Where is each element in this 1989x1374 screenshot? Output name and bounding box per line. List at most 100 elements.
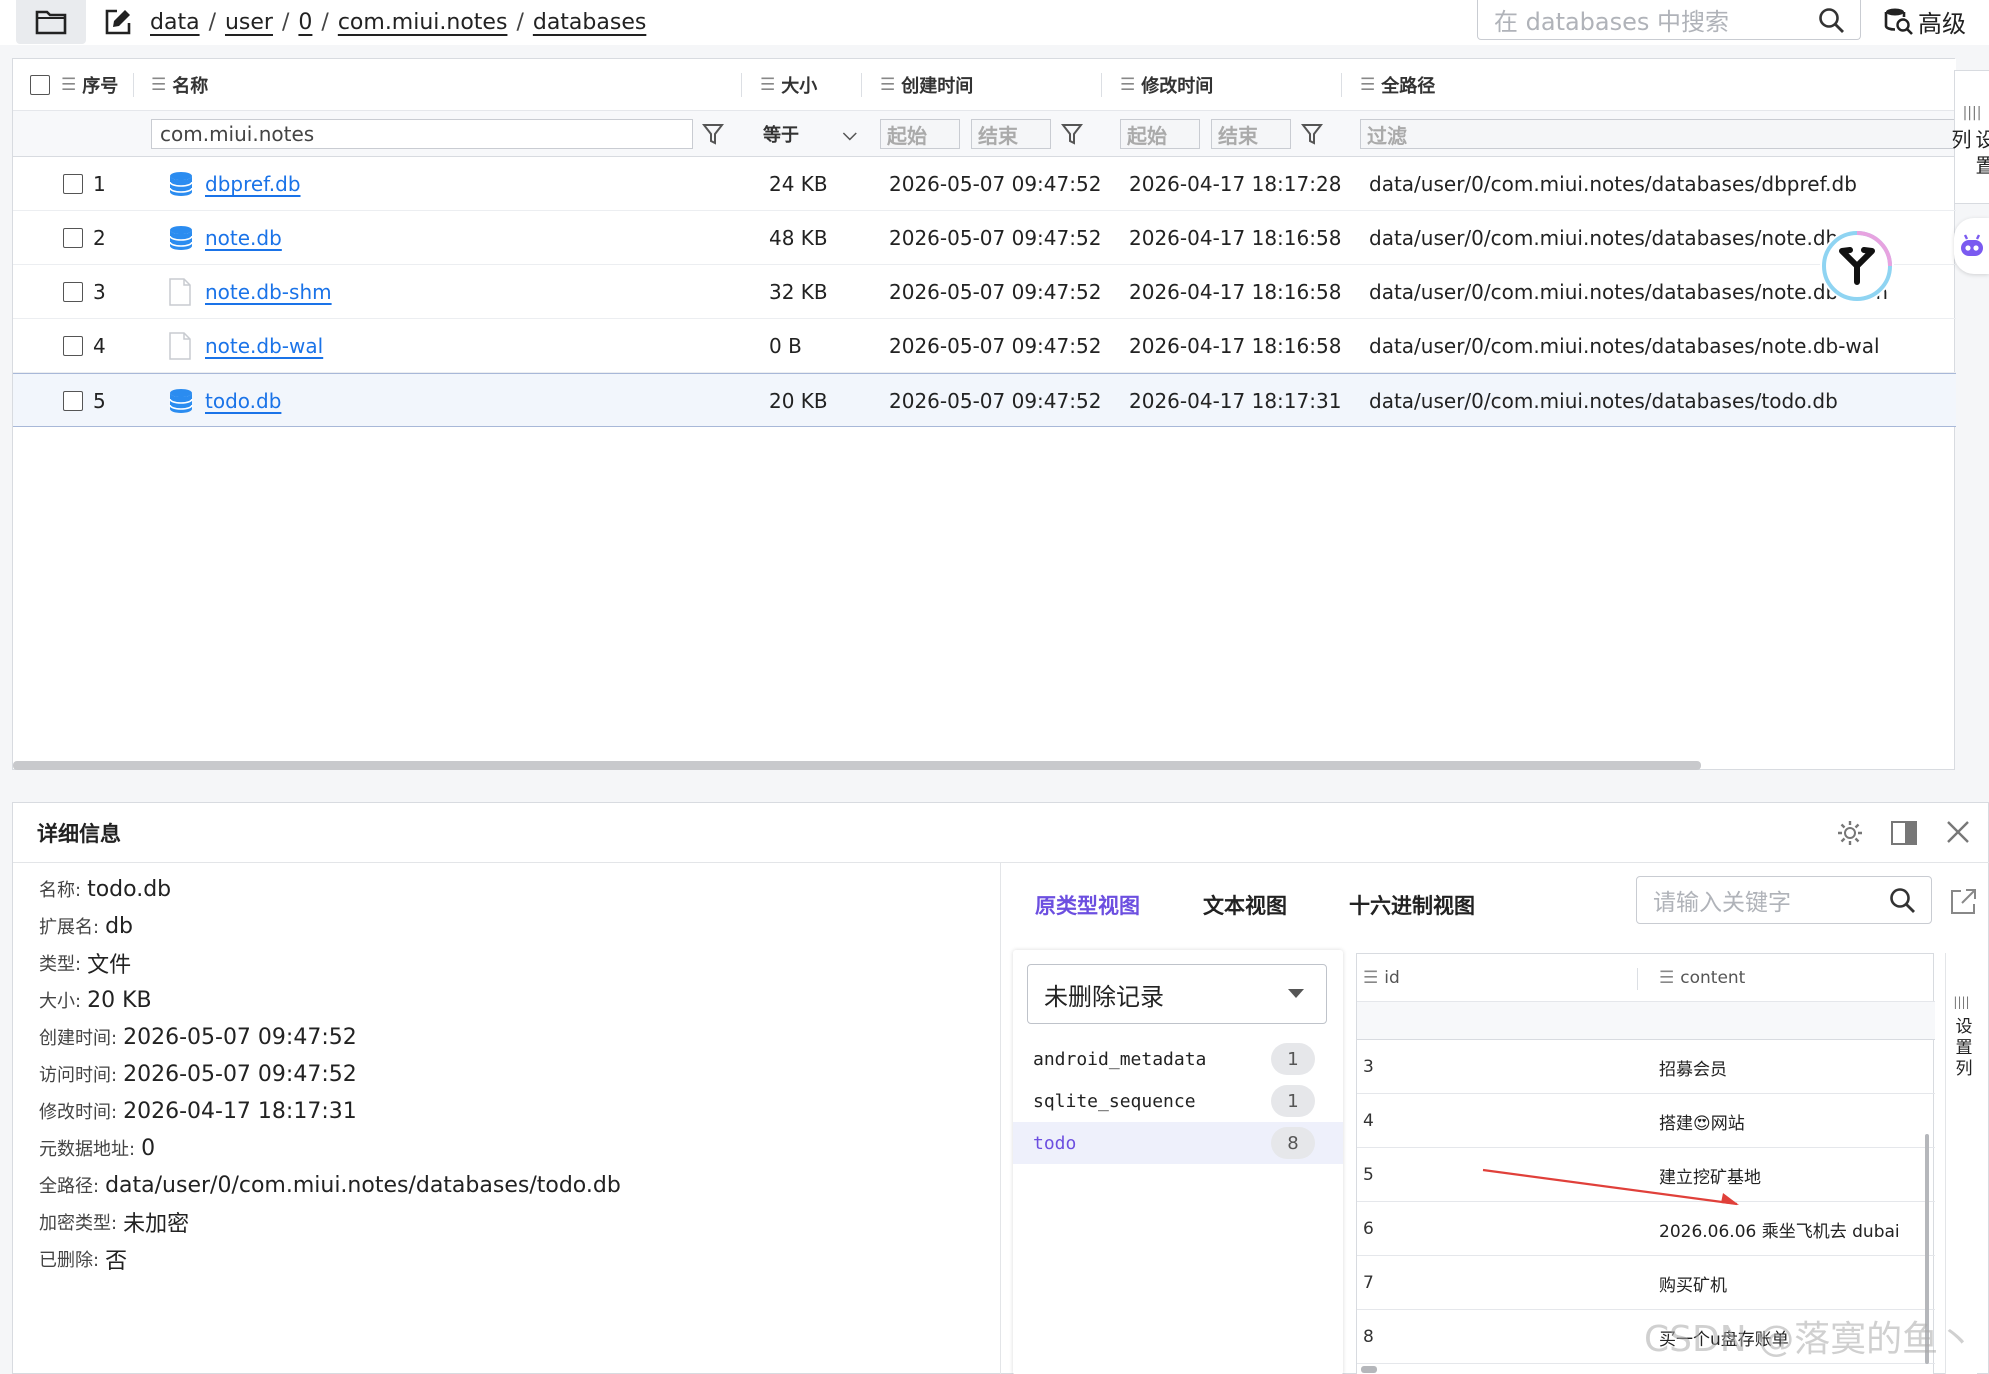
detail-value: 0 xyxy=(141,1135,156,1161)
row-checkbox[interactable] xyxy=(63,228,83,248)
filter-icon[interactable] xyxy=(702,121,724,147)
file-size: 48 KB xyxy=(769,226,828,250)
row-checkbox[interactable] xyxy=(63,336,83,356)
tab-text-view[interactable]: 文本视图 xyxy=(1203,885,1287,925)
table-row[interactable]: 3 note.db-shm 32 KB 2026-05-07 09:47:52 2026… xyxy=(13,265,1956,319)
record-row[interactable]: 4 搭建😍网站 xyxy=(1357,1094,1935,1148)
set-columns-label: 设置列 xyxy=(1948,129,1989,181)
gear-icon[interactable] xyxy=(1836,819,1864,847)
breadcrumb-item[interactable]: user xyxy=(225,10,273,35)
db-table-item[interactable]: sqlite_sequence 1 xyxy=(1013,1080,1343,1122)
set-columns-button[interactable]: |||| 设置列 xyxy=(1948,70,1989,204)
created-time: 2026-05-07 09:47:52 xyxy=(889,172,1102,196)
modified-start-input[interactable]: 起始 xyxy=(1120,119,1200,149)
record-id: 4 xyxy=(1363,1111,1374,1131)
record-filter-value: 未删除记录 xyxy=(1044,982,1164,1011)
detail-field: 访问时间: 2026-05-07 09:47:52 xyxy=(39,1056,357,1092)
modified-time: 2026-04-17 18:16:58 xyxy=(1129,280,1342,304)
full-path: data/user/0/com.miui.notes/databases/dbp… xyxy=(1369,172,1857,196)
size-operator-select[interactable]: 等于 ⌵ xyxy=(755,119,877,149)
edit-path-button[interactable] xyxy=(100,0,136,44)
row-checkbox[interactable] xyxy=(63,391,83,411)
column-header-index[interactable]: ☰ 序号 xyxy=(61,59,118,111)
folder-icon xyxy=(35,10,67,35)
file-icon xyxy=(168,319,192,373)
filter-icon[interactable] xyxy=(1301,121,1323,147)
column-header-created[interactable]: ☰ 创建时间 xyxy=(880,59,973,111)
table-row[interactable]: 2 note.db 48 KB 2026-05-07 09:47:52 2026-04-… xyxy=(13,211,1956,265)
column-header-size[interactable]: ☰ 大小 xyxy=(760,59,817,111)
breadcrumb-item[interactable]: com.miui.notes xyxy=(338,10,508,35)
record-row[interactable]: 3 招募会员 xyxy=(1357,1040,1935,1094)
detail-key: 扩展名: xyxy=(39,917,100,938)
detail-key: 类型: xyxy=(39,954,82,975)
columns-icon: |||| xyxy=(1962,105,1982,121)
keyword-search-input[interactable]: 请输入关键字 xyxy=(1636,876,1932,924)
search-input[interactable]: 在 databases 中搜索 xyxy=(1477,0,1861,40)
file-name-link[interactable]: todo.db xyxy=(205,374,281,428)
tab-raw-view[interactable]: 原类型视图 xyxy=(1035,885,1140,925)
column-header-modified[interactable]: ☰ 修改时间 xyxy=(1120,59,1213,111)
record-content: 购买矿机 xyxy=(1659,1275,1727,1296)
record-filter-select[interactable]: 未删除记录 xyxy=(1027,964,1327,1024)
detail-field: 全路径: data/user/0/com.miui.notes/databases… xyxy=(39,1167,621,1203)
open-external-icon[interactable] xyxy=(1948,887,1978,917)
folder-button[interactable] xyxy=(16,0,86,44)
table-header: ☰ 序号 ☰ 名称 ☰ 大小 ☰ 创建时间 ☰ 修改时间 ☰ 全路径 xyxy=(13,59,1956,111)
horizontal-scrollbar[interactable] xyxy=(13,761,1701,770)
tab-hex-view[interactable]: 十六进制视图 xyxy=(1349,885,1475,925)
select-all-checkbox[interactable] xyxy=(30,75,50,95)
detail-key: 访问时间: xyxy=(39,1065,118,1086)
search-placeholder: 在 databases 中搜索 xyxy=(1494,8,1730,36)
breadcrumb-item[interactable]: databases xyxy=(533,10,646,35)
file-name-link[interactable]: note.db-shm xyxy=(205,265,332,319)
detail-key: 创建时间: xyxy=(39,1028,118,1049)
details-header: 详细信息 xyxy=(13,803,1989,863)
db-table-item[interactable]: android_metadata 1 xyxy=(1013,1038,1343,1080)
file-name-link[interactable]: dbpref.db xyxy=(205,157,301,211)
detail-field: 创建时间: 2026-05-07 09:47:52 xyxy=(39,1019,357,1055)
detail-key: 元数据地址: xyxy=(39,1139,136,1160)
row-checkbox[interactable] xyxy=(63,174,83,194)
floating-logo[interactable] xyxy=(1820,229,1894,303)
table-body: 1 dbpref.db 24 KB 2026-05-07 09:47:52 2026-0… xyxy=(13,157,1956,757)
created-time: 2026-05-07 09:47:52 xyxy=(889,389,1102,413)
row-checkbox[interactable] xyxy=(63,282,83,302)
advanced-search-button[interactable]: 高级 xyxy=(1884,4,1966,38)
record-id: 5 xyxy=(1363,1165,1374,1185)
column-menu-icon: ☰ xyxy=(760,75,776,95)
column-header-content[interactable]: ☰ content xyxy=(1659,954,1745,1002)
modified-end-input[interactable]: 结束 xyxy=(1211,119,1291,149)
modified-time: 2026-04-17 18:17:31 xyxy=(1129,389,1342,413)
path-filter-input[interactable]: 过滤 xyxy=(1360,119,1956,149)
chevron-down-icon: ⌵ xyxy=(843,123,857,145)
search-icon[interactable] xyxy=(1889,887,1917,915)
file-name-link[interactable]: note.db xyxy=(205,211,282,265)
detail-field: 名称: todo.db xyxy=(39,871,171,907)
created-end-input[interactable]: 结束 xyxy=(971,119,1051,149)
column-header-name[interactable]: ☰ 名称 xyxy=(151,59,208,111)
breadcrumb-item[interactable]: 0 xyxy=(298,10,312,35)
db-table-item[interactable]: todo 8 xyxy=(1013,1122,1343,1164)
filter-icon[interactable] xyxy=(1061,121,1083,147)
horizontal-scrollbar[interactable] xyxy=(1361,1366,1377,1373)
assistant-button[interactable] xyxy=(1954,218,1989,274)
name-filter-input[interactable]: com.miui.notes xyxy=(151,119,693,149)
record-row[interactable]: 7 购买矿机 xyxy=(1357,1256,1935,1310)
column-header-path[interactable]: ☰ 全路径 xyxy=(1360,59,1435,111)
table-row[interactable]: 5 todo.db 20 KB 2026-05-07 09:47:52 2026-04-… xyxy=(13,373,1956,427)
split-panel-icon[interactable] xyxy=(1890,819,1918,847)
table-row[interactable]: 1 dbpref.db 24 KB 2026-05-07 09:47:52 2026-0… xyxy=(13,157,1956,211)
column-menu-icon: ☰ xyxy=(1360,75,1376,95)
close-icon[interactable] xyxy=(1945,819,1971,845)
search-icon[interactable] xyxy=(1818,7,1846,35)
breadcrumb-item[interactable]: data xyxy=(150,10,200,35)
file-name-link[interactable]: note.db-wal xyxy=(205,319,323,373)
table-row[interactable]: 4 note.db-wal 0 B 2026-05-07 09:47:52 2026-0… xyxy=(13,319,1956,373)
db-table-name: android_metadata xyxy=(1033,1048,1207,1070)
column-header-id[interactable]: ☰ id xyxy=(1363,954,1400,1002)
detail-value: 未加密 xyxy=(123,1212,190,1237)
full-path: data/user/0/com.miui.notes/databases/not… xyxy=(1369,280,1889,304)
filter-row: com.miui.notes 等于 ⌵ 起始 结束 起始 结束 过滤 xyxy=(13,111,1956,157)
created-start-input[interactable]: 起始 xyxy=(880,119,960,149)
